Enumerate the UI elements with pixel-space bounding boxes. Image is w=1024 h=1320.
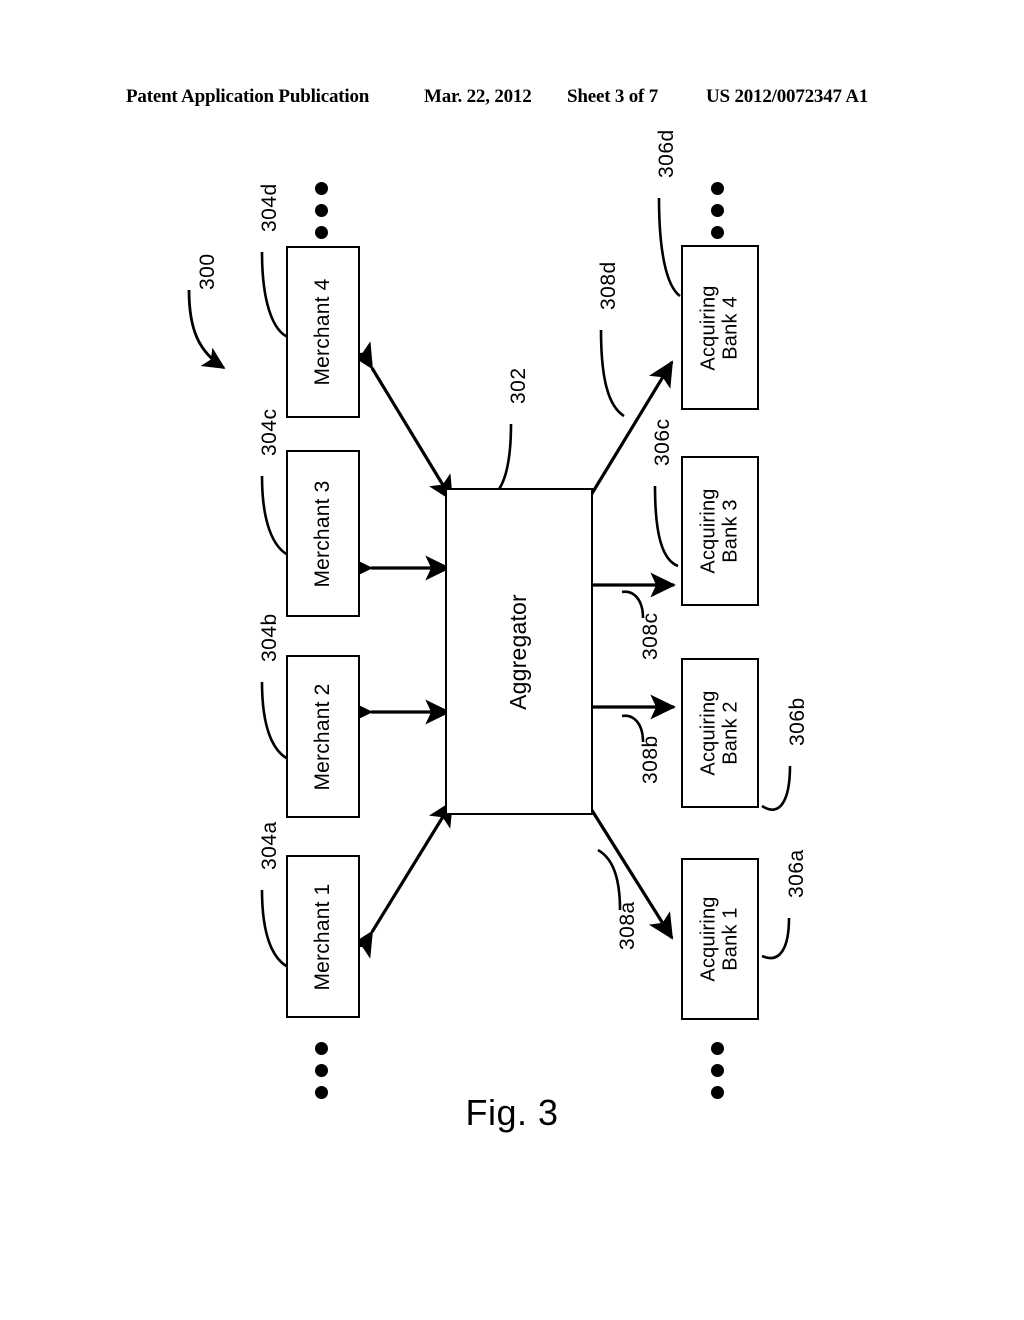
ref-306d: 306d bbox=[655, 129, 678, 178]
ref-308d: 308d bbox=[597, 261, 620, 310]
ref-304b: 304b bbox=[258, 613, 281, 662]
node-merchant-1-label: Merchant 1 bbox=[311, 882, 335, 991]
ref-304d: 304d bbox=[258, 183, 281, 232]
leader-308d bbox=[599, 329, 625, 418]
ref-306c: 306c bbox=[651, 418, 674, 466]
leader-302 bbox=[495, 423, 513, 493]
ref-304c: 304c bbox=[258, 408, 281, 456]
edge-merchant4-aggregator bbox=[349, 341, 454, 502]
node-acquiring-bank-2-label-line2: Bank 2 bbox=[720, 701, 742, 765]
node-acquiring-bank-3-label: Acquiring Bank 3 bbox=[698, 488, 743, 573]
node-acquiring-bank-4-label-line1: Acquiring bbox=[697, 284, 720, 371]
node-acquiring-bank-1-label: Acquiring Bank 1 bbox=[698, 896, 743, 981]
node-merchant-2-label: Merchant 2 bbox=[311, 682, 335, 791]
node-acquiring-bank-2[interactable]: Acquiring Bank 2 bbox=[681, 658, 759, 808]
ellipsis-merchants-top bbox=[315, 182, 329, 248]
node-acquiring-bank-1-label-line1: Acquiring bbox=[697, 896, 720, 982]
node-acquiring-bank-3[interactable]: Acquiring Bank 3 bbox=[681, 456, 759, 606]
node-acquiring-bank-4[interactable]: Acquiring Bank 4 bbox=[681, 245, 759, 410]
ref-304a: 304a bbox=[258, 821, 281, 870]
node-merchant-3-label: Merchant 3 bbox=[311, 479, 335, 588]
node-acquiring-bank-2-label-line1: Acquiring bbox=[697, 690, 720, 776]
leader-306b bbox=[761, 765, 792, 811]
leader-306d bbox=[657, 197, 681, 298]
ref-306b: 306b bbox=[786, 697, 809, 746]
node-acquiring-bank-3-label-line1: Acquiring bbox=[697, 488, 720, 574]
figure-caption: Fig. 3 bbox=[465, 1092, 559, 1133]
leader-300 bbox=[187, 289, 226, 370]
node-aggregator-label: Aggregator bbox=[505, 593, 532, 710]
node-acquiring-bank-2-label: Acquiring Bank 2 bbox=[698, 690, 743, 775]
leader-306a bbox=[761, 917, 791, 960]
ref-302: 302 bbox=[507, 367, 530, 404]
leader-306c bbox=[653, 485, 679, 568]
node-merchant-2[interactable]: Merchant 2 bbox=[286, 655, 360, 818]
edge-merchant1-aggregator bbox=[348, 800, 454, 959]
node-acquiring-bank-1[interactable]: Acquiring Bank 1 bbox=[681, 858, 759, 1020]
ref-308a: 308a bbox=[616, 901, 639, 950]
node-acquiring-bank-1-label-line2: Bank 1 bbox=[720, 907, 742, 971]
ref-308c: 308c bbox=[639, 612, 662, 660]
ref-300: 300 bbox=[196, 253, 219, 290]
node-acquiring-bank-4-label-line2: Bank 4 bbox=[720, 295, 742, 360]
node-merchant-3[interactable]: Merchant 3 bbox=[286, 450, 360, 617]
node-merchant-1[interactable]: Merchant 1 bbox=[286, 855, 360, 1018]
node-aggregator[interactable]: Aggregator bbox=[445, 488, 593, 815]
node-merchant-4[interactable]: Merchant 4 bbox=[286, 246, 360, 418]
node-acquiring-bank-3-label-line2: Bank 3 bbox=[720, 499, 742, 563]
node-acquiring-bank-4-label: Acquiring Bank 4 bbox=[698, 285, 743, 370]
node-merchant-4-label: Merchant 4 bbox=[311, 278, 335, 386]
ref-306a: 306a bbox=[785, 849, 808, 898]
ref-308b: 308b bbox=[639, 735, 662, 784]
ellipsis-banks-top bbox=[711, 182, 725, 248]
